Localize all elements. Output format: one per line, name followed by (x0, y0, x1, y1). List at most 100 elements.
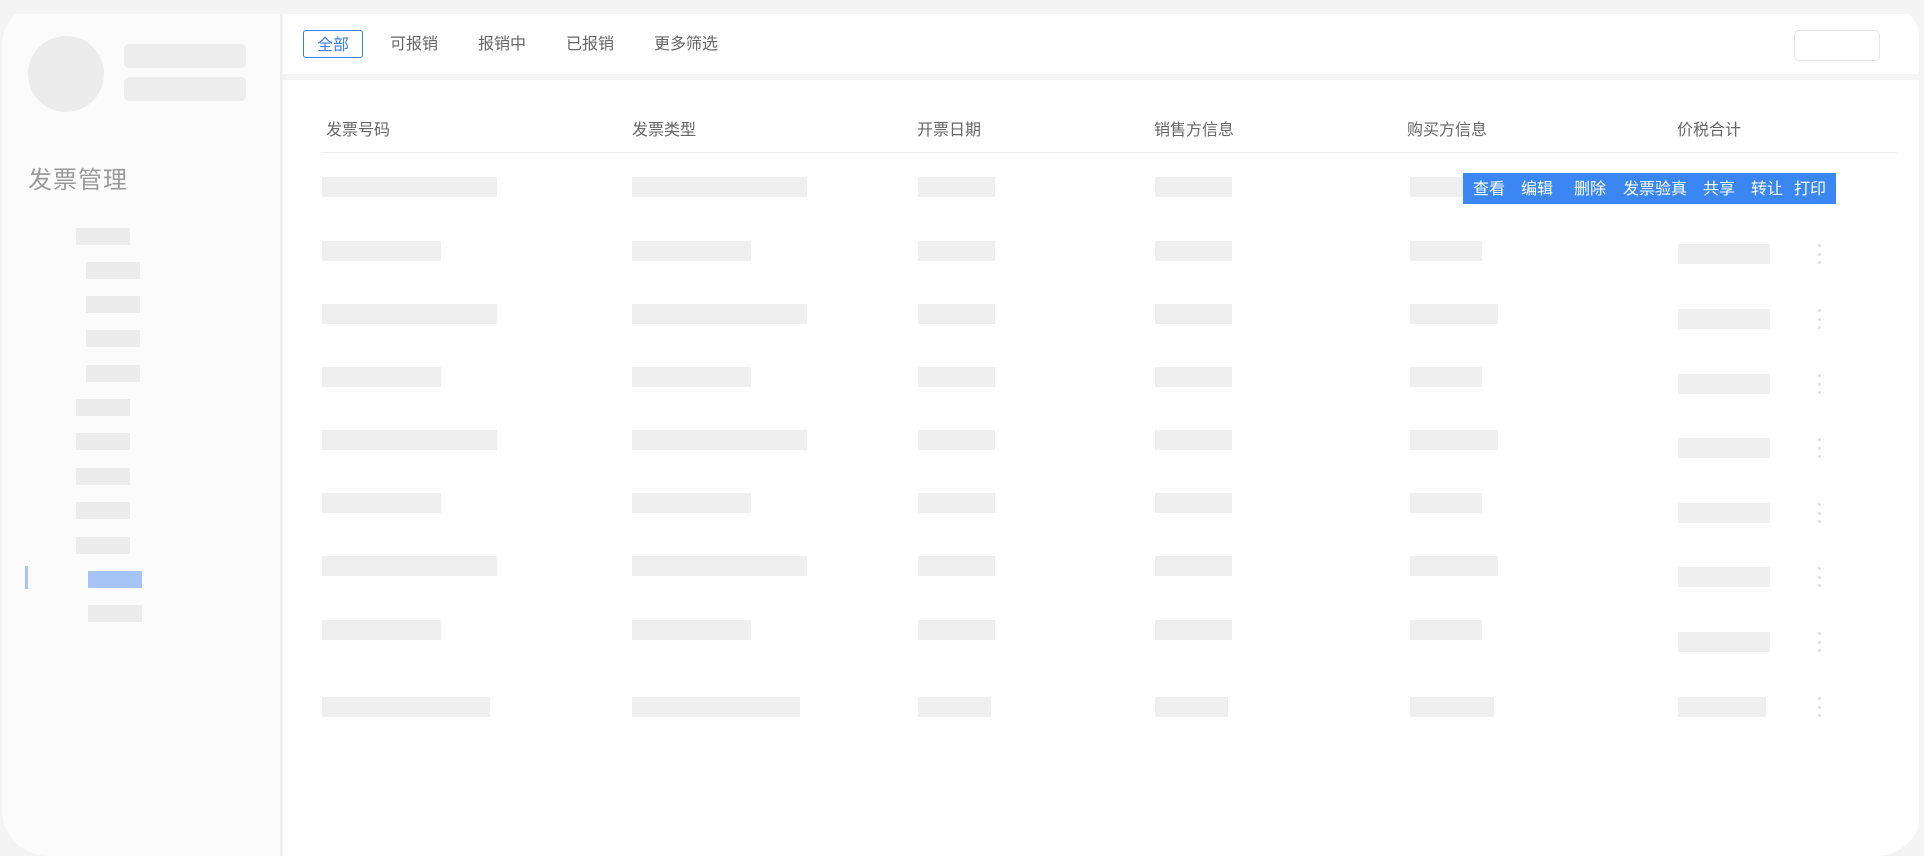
top-right-button[interactable] (1794, 30, 1880, 61)
cell-placeholder (1410, 241, 1482, 261)
column-header-invoice-number: 发票号码 (326, 120, 391, 139)
cell-placeholder (1155, 556, 1232, 576)
tab-reimbursed[interactable]: 已报销 (566, 30, 614, 58)
cell-placeholder (632, 697, 800, 717)
cell-placeholder (632, 241, 751, 261)
cell-placeholder (1410, 493, 1482, 513)
cell-placeholder (322, 304, 497, 324)
cell-placeholder (918, 177, 995, 197)
cell-placeholder (322, 620, 441, 640)
cell-placeholder (1678, 309, 1770, 329)
cell-placeholder (918, 493, 995, 513)
sidebar-subitem[interactable] (86, 296, 140, 313)
cell-placeholder (632, 620, 751, 640)
cell-placeholder (1155, 697, 1228, 717)
cell-placeholder (1678, 503, 1770, 523)
more-actions-icon[interactable] (1816, 567, 1822, 587)
filter-bar: 全部 可报销 报销中 已报销 更多筛选 (283, 14, 1919, 74)
sidebar-item[interactable] (76, 468, 130, 485)
user-name-placeholder (124, 44, 246, 68)
cell-placeholder (1678, 632, 1770, 652)
sidebar-item[interactable] (76, 433, 130, 450)
share-button[interactable]: 共享 (1703, 173, 1735, 204)
cell-placeholder (632, 556, 807, 576)
cell-placeholder (1155, 367, 1232, 387)
row-action-bar: 查看 编辑 删除 发票验真 共享 转让 打印 (1463, 173, 1836, 204)
header-divider (321, 152, 1897, 153)
sidebar-subitem[interactable] (86, 262, 140, 279)
tab-reimbursable[interactable]: 可报销 (390, 30, 438, 58)
tab-in-reimbursement[interactable]: 报销中 (478, 30, 526, 58)
column-header-seller-info: 销售方信息 (1154, 120, 1235, 139)
cell-placeholder (632, 177, 807, 197)
cell-placeholder (1410, 620, 1482, 640)
cell-placeholder (1410, 556, 1498, 576)
invoice-table: 发票号码 发票类型 开票日期 销售方信息 购买方信息 价税合计 查看 编辑 删除… (283, 80, 1919, 856)
column-header-invoice-type: 发票类型 (632, 120, 697, 139)
cell-placeholder (1678, 567, 1770, 587)
column-header-issue-date: 开票日期 (917, 120, 982, 139)
column-header-buyer-info: 购买方信息 (1407, 120, 1488, 139)
cell-placeholder (1678, 374, 1770, 394)
cell-placeholder (1410, 367, 1482, 387)
cell-placeholder (322, 177, 497, 197)
sidebar-item[interactable] (76, 228, 130, 245)
sidebar-item[interactable] (76, 502, 130, 519)
sidebar: 发票管理 (2, 14, 282, 856)
cell-placeholder (322, 430, 497, 450)
cell-placeholder (1155, 493, 1232, 513)
more-actions-icon[interactable] (1816, 632, 1822, 652)
cell-placeholder (1410, 697, 1494, 717)
avatar[interactable] (28, 36, 104, 112)
cell-placeholder (918, 304, 995, 324)
cell-placeholder (918, 430, 995, 450)
app-window: 发票管理 全部 可报销 报销中 已报销 更多筛选 发票号码 发票类型 开票日期 … (2, 0, 1922, 856)
transfer-button[interactable]: 转让 (1751, 173, 1783, 204)
more-actions-icon[interactable] (1816, 697, 1822, 717)
cell-placeholder (632, 367, 751, 387)
cell-placeholder (322, 367, 441, 387)
more-actions-icon[interactable] (1816, 244, 1822, 264)
sidebar-subitem[interactable] (86, 330, 140, 347)
cell-placeholder (1155, 177, 1232, 197)
cell-placeholder (632, 430, 807, 450)
more-actions-icon[interactable] (1816, 438, 1822, 458)
cell-placeholder (322, 556, 497, 576)
cell-placeholder (918, 241, 995, 261)
user-subtitle-placeholder (124, 77, 246, 101)
cell-placeholder (1155, 620, 1232, 640)
sidebar-subitem[interactable] (86, 365, 140, 382)
cell-placeholder (1410, 430, 1498, 450)
cell-placeholder (1678, 438, 1770, 458)
cell-placeholder (322, 241, 441, 261)
cell-placeholder (918, 697, 991, 717)
verify-invoice-button[interactable]: 发票验真 (1623, 173, 1687, 204)
cell-placeholder (1155, 241, 1232, 261)
cell-placeholder (918, 620, 995, 640)
sidebar-title: 发票管理 (28, 166, 128, 194)
more-actions-icon[interactable] (1816, 309, 1822, 329)
cell-placeholder (1678, 697, 1766, 717)
cell-placeholder (322, 493, 441, 513)
column-header-total-amount: 价税合计 (1677, 120, 1742, 139)
more-actions-icon[interactable] (1816, 503, 1822, 523)
cell-placeholder (1678, 244, 1770, 264)
cell-placeholder (918, 367, 995, 387)
sidebar-item[interactable] (76, 399, 130, 416)
print-button[interactable]: 打印 (1794, 173, 1826, 204)
cell-placeholder (632, 493, 751, 513)
delete-button[interactable]: 删除 (1574, 173, 1606, 204)
tab-more-filters[interactable]: 更多筛选 (654, 30, 718, 58)
cell-placeholder (1155, 304, 1232, 324)
sidebar-subitem[interactable] (88, 605, 142, 622)
view-button[interactable]: 查看 (1473, 173, 1505, 204)
sidebar-subitem-active[interactable] (88, 571, 142, 588)
edit-button[interactable]: 编辑 (1521, 173, 1553, 204)
active-indicator (25, 566, 28, 589)
cell-placeholder (632, 304, 807, 324)
cell-placeholder (918, 556, 995, 576)
tab-all[interactable]: 全部 (303, 30, 364, 58)
cell-placeholder (1410, 304, 1498, 324)
more-actions-icon[interactable] (1816, 374, 1822, 394)
sidebar-item[interactable] (76, 537, 130, 554)
